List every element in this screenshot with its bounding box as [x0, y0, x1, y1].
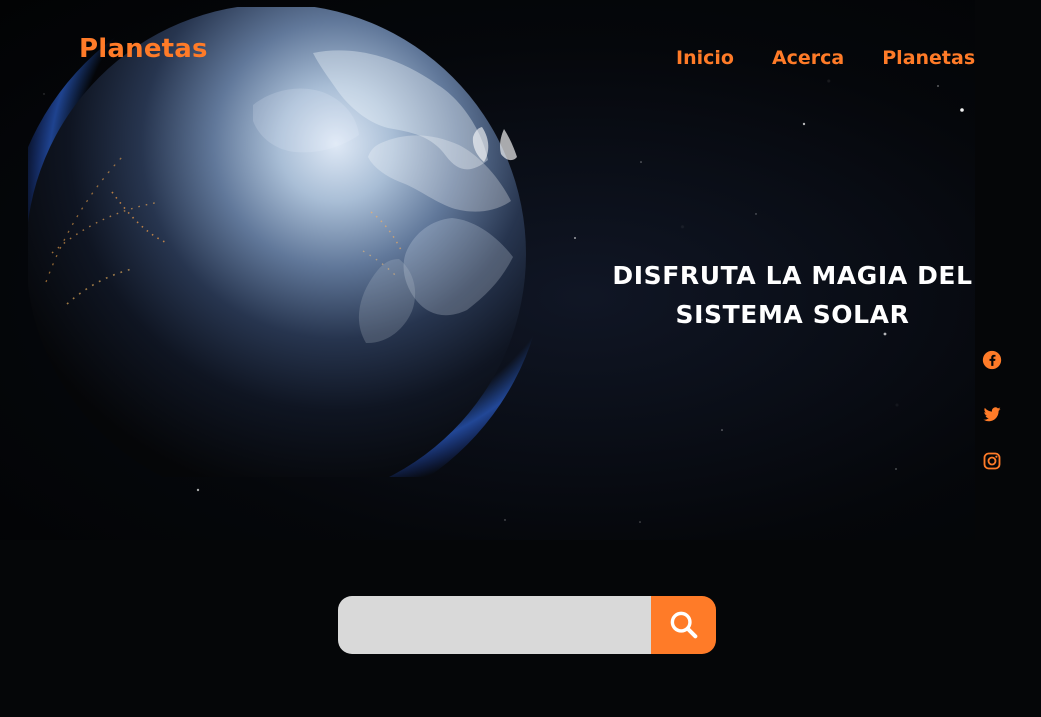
- search-button[interactable]: [651, 596, 716, 654]
- nav-item-acerca[interactable]: Acerca: [772, 44, 844, 72]
- facebook-icon[interactable]: [982, 350, 1002, 370]
- nav-item-planetas[interactable]: Planetas: [882, 44, 975, 72]
- page: Planetas Inicio Acerca Planetas DISFRUTA…: [0, 0, 1041, 717]
- twitter-icon[interactable]: [982, 404, 1002, 424]
- search-bar: [338, 596, 716, 654]
- main-navigation: Inicio Acerca Planetas: [676, 44, 975, 72]
- search-icon: [670, 611, 697, 639]
- instagram-icon[interactable]: [982, 451, 1002, 471]
- hero-title: DISFRUTA LA MAGIA DEL SISTEMA SOLAR: [610, 256, 975, 334]
- nav-item-inicio[interactable]: Inicio: [676, 44, 734, 72]
- hero-title-line-1: DISFRUTA LA MAGIA DEL: [612, 261, 973, 290]
- search-input[interactable]: [338, 596, 651, 654]
- site-logo[interactable]: Planetas: [79, 34, 208, 64]
- hero-title-line-2: SISTEMA SOLAR: [675, 300, 910, 329]
- hero-section: Planetas Inicio Acerca Planetas DISFRUTA…: [0, 0, 975, 540]
- earth-image: [28, 7, 546, 477]
